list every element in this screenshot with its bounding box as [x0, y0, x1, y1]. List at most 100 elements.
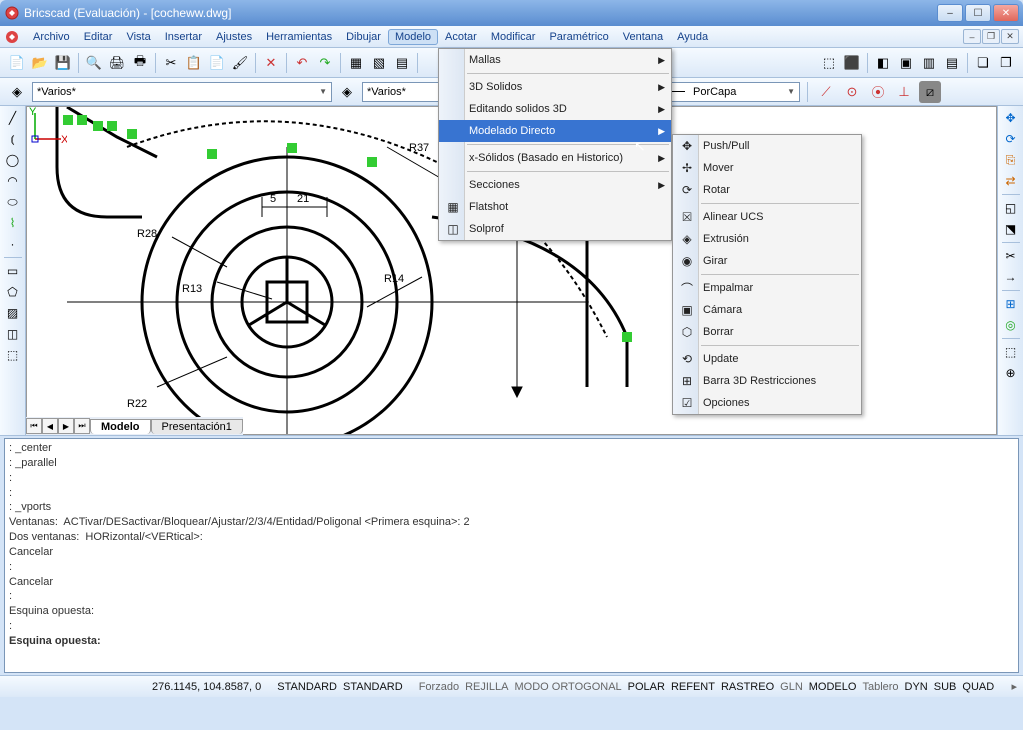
menuitem-girar[interactable]: ◉Girar	[673, 250, 861, 272]
menuitem-flatshot[interactable]: ▦Flatshot	[439, 196, 671, 218]
view-a-button[interactable]: ⬚	[818, 52, 840, 74]
plot-button[interactable]: 🖶	[129, 52, 151, 74]
status-polar[interactable]: POLAR	[628, 681, 665, 693]
menu-herramientas[interactable]: Herramientas	[259, 29, 339, 45]
view-f-button[interactable]: ▤	[941, 52, 963, 74]
menu-paramétrico[interactable]: Paramétrico	[542, 29, 615, 45]
menu-archivo[interactable]: Archivo	[26, 29, 77, 45]
rotate-tool[interactable]: ⟳	[1001, 129, 1021, 149]
status-std1[interactable]: STANDARD	[277, 681, 337, 693]
hatch-tool[interactable]: ▨	[3, 303, 23, 323]
menu-vista[interactable]: Vista	[119, 29, 157, 45]
menuitem-barra-3d-restricciones[interactable]: ⊞Barra 3D Restricciones	[673, 370, 861, 392]
snap3-button[interactable]: ⦿	[867, 81, 889, 103]
menuitem-editando-solidos-3d[interactable]: Editando solidos 3D▶	[439, 98, 671, 120]
status-forzado[interactable]: Forzado	[419, 681, 459, 693]
status-modelo[interactable]: MODELO	[809, 681, 857, 693]
status-dyn[interactable]: DYN	[905, 681, 928, 693]
status-gln[interactable]: GLN	[780, 681, 803, 693]
view-g-button[interactable]: ❏	[972, 52, 994, 74]
menuitem-mallas[interactable]: Mallas▶	[439, 49, 671, 71]
snap2-button[interactable]: ⊙	[841, 81, 863, 103]
offset-tool[interactable]: ◎	[1001, 315, 1021, 335]
status-modo-ortogonal[interactable]: MODO ORTOGONAL	[514, 681, 621, 693]
menu-acotar[interactable]: Acotar	[438, 29, 484, 45]
print-button[interactable]: 🖨	[106, 52, 128, 74]
layer-combo[interactable]: *Varios* ▼	[32, 82, 332, 102]
status-rejilla[interactable]: REJILLA	[465, 681, 508, 693]
move-tool[interactable]: ✥	[1001, 108, 1021, 128]
cut-button[interactable]: ✂	[160, 52, 182, 74]
menu-ayuda[interactable]: Ayuda	[670, 29, 715, 45]
menuitem-push-pull[interactable]: ✥Push/Pull	[673, 135, 861, 157]
delete-button[interactable]: ✕	[260, 52, 282, 74]
circle-tool[interactable]: ◯	[3, 150, 23, 170]
region-tool[interactable]: ◫	[3, 324, 23, 344]
menuitem-alinear-ucs[interactable]: ⮽Alinear UCS	[673, 206, 861, 228]
menu-ajustes[interactable]: Ajustes	[209, 29, 259, 45]
menu-ventana[interactable]: Ventana	[616, 29, 670, 45]
snap1-button[interactable]: ⟋	[815, 81, 837, 103]
menuitem-extrusi-n[interactable]: ◈Extrusión	[673, 228, 861, 250]
snap4-button[interactable]: ⊥	[893, 81, 915, 103]
save-button[interactable]: 💾	[52, 52, 74, 74]
layer-icon2[interactable]: ◈	[336, 81, 358, 103]
redo-button[interactable]: ↷	[314, 52, 336, 74]
menu-editar[interactable]: Editar	[77, 29, 120, 45]
mdi-minimize-button[interactable]: –	[963, 29, 981, 44]
menuitem-secciones[interactable]: Secciones▶	[439, 174, 671, 196]
status-rastreo[interactable]: RASTREO	[721, 681, 774, 693]
view-h-button[interactable]: ❐	[995, 52, 1017, 74]
copy-button[interactable]: 📋	[183, 52, 205, 74]
view-e-button[interactable]: ▥	[918, 52, 940, 74]
copy-tool[interactable]: ⎘	[1001, 150, 1021, 170]
tool-b-button[interactable]: ▧	[368, 52, 390, 74]
open-button[interactable]: 📂	[29, 52, 51, 74]
tab-prev-button[interactable]: ◀	[42, 418, 58, 434]
menu-modificar[interactable]: Modificar	[484, 29, 543, 45]
view-b-button[interactable]: ⬛	[841, 52, 863, 74]
polyline-tool[interactable]: ⦅	[3, 129, 23, 149]
tool-c-button[interactable]: ▤	[391, 52, 413, 74]
status-tablero[interactable]: Tablero	[862, 681, 898, 693]
menu-modelo[interactable]: Modelo	[388, 29, 438, 45]
menuitem-rotar[interactable]: ⟳Rotar	[673, 179, 861, 201]
point-tool[interactable]: ·	[3, 234, 23, 254]
menuitem-opciones[interactable]: ☑Opciones	[673, 392, 861, 414]
menuitem-x-s-lidos-basado-en-historico-[interactable]: x-Sólidos (Basado en Historico)▶	[439, 147, 671, 169]
extend-tool[interactable]: →	[1001, 267, 1021, 287]
tool-a-button[interactable]: ▦	[345, 52, 367, 74]
minimize-button[interactable]: –	[937, 4, 963, 22]
menuitem-mover[interactable]: ✢Mover	[673, 157, 861, 179]
boundary-tool[interactable]: ⬚	[3, 345, 23, 365]
tab-last-button[interactable]: ⏭	[74, 418, 90, 434]
mirror-tool[interactable]: ⇄	[1001, 171, 1021, 191]
menu-dibujar[interactable]: Dibujar	[339, 29, 388, 45]
maximize-button[interactable]: ☐	[965, 4, 991, 22]
spiral-tool[interactable]: ⌇	[3, 213, 23, 233]
status-coords[interactable]: 276.1145, 104.8587, 0	[152, 681, 261, 693]
menuitem-empalmar[interactable]: ⌒Empalmar	[673, 277, 861, 299]
status-arrow-icon[interactable]: ▸	[1011, 680, 1017, 693]
matchprop-button[interactable]: 🖌	[229, 52, 251, 74]
tab-first-button[interactable]: ⏮	[26, 418, 42, 434]
tab-presentacion1[interactable]: Presentación1	[151, 419, 243, 434]
mdi-restore-button[interactable]: ❐	[982, 29, 1000, 44]
snap5-button[interactable]: ⧄	[919, 81, 941, 103]
trim-tool[interactable]: ✂	[1001, 246, 1021, 266]
menuitem-c-mara[interactable]: ▣Cámara	[673, 299, 861, 321]
menuitem-modelado-directo[interactable]: Modelado Directo▶	[439, 120, 671, 142]
arc-tool[interactable]: ◠	[3, 171, 23, 191]
command-prompt[interactable]: Esquina opuesta:	[9, 634, 1014, 649]
paste-button[interactable]: 📄	[206, 52, 228, 74]
tab-modelo[interactable]: Modelo	[90, 419, 151, 434]
mdi-close-button[interactable]: ✕	[1001, 29, 1019, 44]
join-tool[interactable]: ⊕	[1001, 363, 1021, 383]
scale-tool[interactable]: ◱	[1001, 198, 1021, 218]
ellipse-tool[interactable]: ⬭	[3, 192, 23, 212]
status-std2[interactable]: STANDARD	[343, 681, 403, 693]
tab-next-button[interactable]: ▶	[58, 418, 74, 434]
command-history[interactable]: : _center: _parallel::: _vportsVentanas:…	[4, 438, 1019, 673]
new-button[interactable]: 📄	[6, 52, 28, 74]
line-tool[interactable]: ╱	[3, 108, 23, 128]
